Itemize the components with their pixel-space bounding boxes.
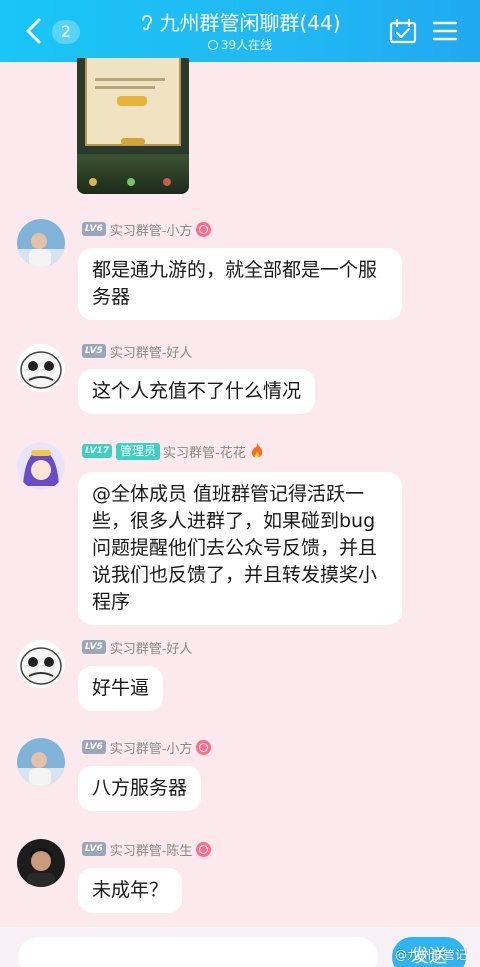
sender-name[interactable]: 实习群管-好人 [110, 342, 193, 361]
watermark: @九州群管记 [395, 948, 468, 962]
chat-header: 2 九州群管闲聊群(44) 39人在线 [0, 0, 480, 62]
sender-meta: LV6 实习群管-小方 [82, 220, 212, 239]
avatar[interactable] [17, 738, 65, 786]
member-badge-icon [196, 841, 212, 857]
chat-title-area[interactable]: 九州群管闲聊群(44) 39人在线 [100, 10, 380, 53]
sender-name[interactable]: 实习群管-花花 [163, 442, 246, 461]
member-badge-icon [196, 221, 212, 237]
online-status: 39人在线 [100, 37, 380, 53]
chat-title: 九州群管闲聊群(44) [100, 10, 380, 36]
avatar[interactable] [17, 839, 65, 887]
unread-count-badge[interactable]: 2 [52, 20, 80, 44]
message-bubble[interactable]: 未成年？ [78, 868, 183, 913]
online-dot-icon [207, 40, 218, 50]
message-bubble[interactable]: @全体成员 值班群管记得活跃一些，很多人进群了，如果碰到bug问题提醒他们去公众… [78, 472, 402, 625]
sender-name[interactable]: 实习群管-陈生 [110, 840, 193, 859]
sender-meta: LV5 实习群管-好人 [82, 638, 193, 657]
level-badge: LV17 [82, 444, 112, 458]
level-badge: LV5 [82, 344, 106, 358]
avatar[interactable] [17, 640, 65, 688]
sender-meta: LV6 实习群管-陈生 [82, 840, 212, 859]
level-badge: LV6 [82, 740, 106, 754]
online-count: 39人在线 [220, 38, 273, 52]
message-bubble[interactable]: 好牛逼 [78, 666, 164, 711]
hamburger-menu-icon[interactable] [432, 19, 458, 43]
sender-name[interactable]: 实习群管-小方 [110, 220, 193, 239]
shared-game-screenshot[interactable] [77, 58, 189, 194]
ear-icon [142, 14, 153, 31]
avatar[interactable] [17, 219, 65, 267]
member-badge-icon [196, 739, 212, 755]
calendar-check-icon[interactable] [389, 18, 417, 44]
back-arrow-icon[interactable] [22, 16, 48, 46]
sender-meta: LV17 管理员 实习群管-花花 [82, 442, 264, 461]
admin-role-badge: 管理员 [116, 442, 161, 460]
screenshot-scene [77, 154, 189, 194]
chat-title-text: 九州群管闲聊群(44) [159, 11, 341, 35]
message-input[interactable] [18, 937, 378, 967]
level-badge: LV6 [82, 222, 106, 236]
fire-icon [251, 443, 262, 458]
message-bubble[interactable]: 都是通九游的，就全部都是一个服务器 [78, 248, 402, 320]
sender-name[interactable]: 实习群管-好人 [110, 638, 193, 657]
level-badge: LV6 [82, 842, 106, 856]
avatar[interactable] [17, 344, 65, 392]
sender-name[interactable]: 实习群管-小方 [110, 738, 193, 757]
avatar[interactable] [17, 442, 65, 490]
sender-meta: LV5 实习群管-好人 [82, 342, 193, 361]
level-badge: LV5 [82, 640, 106, 654]
message-bubble[interactable]: 八方服务器 [78, 766, 202, 811]
message-bubble[interactable]: 这个人充值不了什么情况 [78, 369, 316, 414]
sender-meta: LV6 实习群管-小方 [82, 738, 212, 757]
